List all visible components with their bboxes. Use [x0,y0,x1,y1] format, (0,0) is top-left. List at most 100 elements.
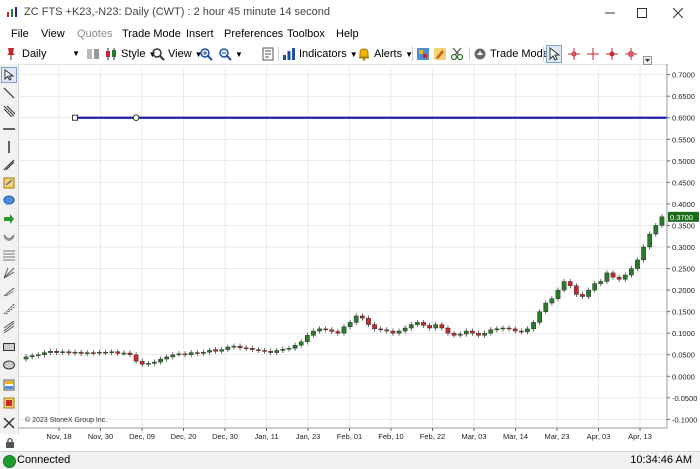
pointer-tool-button[interactable] [546,45,562,63]
candle-body [537,311,542,323]
gann-fan-tool[interactable] [2,266,16,280]
view-button[interactable]: View ▼ [151,46,203,62]
style-button[interactable]: Style ▼ [104,46,156,62]
price-axis[interactable]: -0.1000 -0.0500 0.0000 0.0500 0.1000 0.1500 0.… [666,64,700,451]
arrow-pointer-icon [4,69,15,81]
price-tick-label: 0.4500 [672,178,695,187]
date-tick-label: Feb, 10 [378,432,403,441]
trade-mode-button[interactable]: Trade Mode [473,46,549,62]
price-tick-label: 0.7000 [672,71,695,80]
candle-body [653,225,659,235]
candle-body [164,356,170,360]
date-axis[interactable]: Nov, 18 Nov, 30 Dec, 09 Dec, 20 Dec, 30 Jan, … [19,427,667,441]
drawing-tools-panel [0,64,19,434]
image-icon [3,397,15,409]
title-bar: ZC FTS +K23,-N23: Daily (CWT) : 2 hour 4… [0,0,700,26]
arc-icon [3,234,15,241]
candle-body [500,327,506,330]
image-tool[interactable] [2,396,16,410]
ray-tool[interactable] [2,158,16,172]
candle-body [457,333,463,336]
crosshair-star-button[interactable] [567,46,581,62]
candle-body [488,329,494,334]
horizontal-line-icon [3,128,15,130]
pin-button[interactable] [4,46,18,62]
alerts-button[interactable]: Alerts ▼ [357,46,413,62]
interval-select[interactable]: Daily ▼ [22,46,80,61]
menu-view[interactable]: View [41,28,65,40]
menu-file[interactable]: File [11,28,29,40]
candle-body [256,349,261,351]
indicators-button[interactable]: Indicators ▼ [282,46,358,62]
crosshair-button[interactable] [586,46,600,62]
candle-body [121,352,127,355]
crosshair-grid-button[interactable] [624,46,638,62]
candle-body [66,351,72,354]
menu-help[interactable]: Help [336,28,359,40]
rectangle-tool[interactable] [2,340,16,354]
candle-body [231,345,237,348]
close-button[interactable] [656,0,700,26]
line-anchor-handle [71,114,78,121]
toolbar-separator [412,47,413,61]
print-button[interactable] [261,46,275,62]
channel-tool[interactable] [2,104,16,118]
zoom-out-button[interactable]: ▼ [218,46,243,62]
zoom-in-icon [200,48,213,61]
candle-body [396,330,402,334]
regression-tool[interactable] [2,320,16,334]
trendline-tool[interactable] [2,86,16,100]
horizontal-line-tool[interactable] [2,122,16,136]
ray-icon [3,159,15,171]
candle-body [421,322,426,326]
grid-layer [19,66,667,428]
maximize-icon [637,8,647,18]
highlight-button[interactable] [433,46,447,62]
candle-body [402,327,408,332]
menu-insert[interactable]: Insert [186,28,214,40]
candle-body [622,274,628,280]
menu-quotes[interactable]: Quotes [77,28,112,40]
candle-body [629,268,634,276]
date-tick-label: Nov, 18 [46,432,71,441]
date-tick-label: Mar, 23 [545,432,570,441]
callout-tool[interactable] [2,194,16,208]
menu-toolbox[interactable]: Toolbox [287,28,325,40]
ellipse-tool[interactable] [2,358,16,372]
trendline-icon [3,87,15,99]
crosshair-dot-button[interactable] [605,46,619,62]
price-chart[interactable]: -0.1000 -0.0500 0.0000 0.0500 0.1000 0.1500 0.… [19,64,700,456]
candle-body [512,328,518,332]
note-tool[interactable] [2,176,16,190]
price-tick-label: 0.4000 [672,200,695,209]
cycle-tool[interactable] [2,302,16,316]
chart-canvas[interactable]: -0.1000 -0.0500 0.0000 0.0500 0.1000 0.1500 0.… [19,64,700,451]
zoom-in-button[interactable] [199,46,213,62]
candle-body [659,216,665,226]
color-settings-button[interactable] [416,46,430,62]
candle-body [225,346,231,350]
text-label-tool[interactable] [2,378,16,392]
candle-body [592,283,598,291]
arc-tool[interactable] [2,230,16,244]
connection-status: Connected [17,454,71,466]
candle-body [298,341,304,346]
arrow-tool[interactable] [2,212,16,226]
style-label: Style [121,48,146,60]
candle-body [518,330,524,333]
candle-body [567,281,573,286]
pitchfork-tool[interactable] [2,284,16,298]
status-bar: Connected 10:34:46 AM [0,451,700,469]
menu-trade-mode[interactable]: Trade Mode [122,28,181,40]
compare-button[interactable] [86,46,100,62]
menu-preferences[interactable]: Preferences [224,28,283,40]
date-tick-label: Feb, 01 [337,432,362,441]
candle-body [35,354,41,356]
fibonacci-tool[interactable] [2,248,16,262]
lock-icon[interactable] [4,437,16,449]
select-tool[interactable] [1,67,17,83]
vertical-line-tool[interactable] [2,140,16,154]
candle-body [176,353,182,356]
delete-drawings-tool[interactable] [2,416,16,430]
scissors-button[interactable] [450,46,464,62]
